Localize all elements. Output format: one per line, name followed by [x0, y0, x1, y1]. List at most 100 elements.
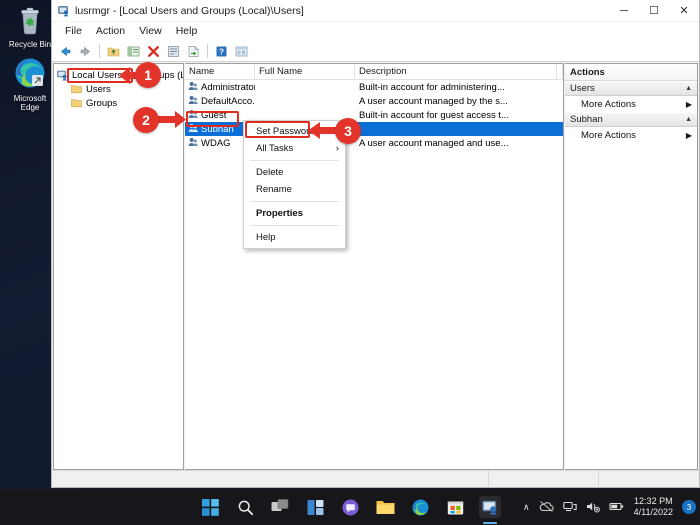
- forward-icon[interactable]: [76, 42, 95, 60]
- row-name-cell: DefaultAcco...: [185, 95, 255, 108]
- view-icon[interactable]: [232, 42, 251, 60]
- user-icon: [188, 81, 198, 94]
- context-menu-item-label: Delete: [256, 167, 283, 178]
- chevron-right-icon: ▶: [686, 100, 692, 109]
- context-menu-item-label: Rename: [256, 184, 292, 195]
- context-menu-item-label: Properties: [256, 208, 303, 219]
- actions-group-subhan[interactable]: Subhan ▲: [565, 112, 697, 127]
- taskbar: ∧ 12:32 PM 4/11/2022 3: [0, 489, 700, 525]
- toolbar-separator: [207, 44, 208, 58]
- help-icon[interactable]: ?: [212, 42, 231, 60]
- start-icon[interactable]: [199, 496, 221, 518]
- minimize-button[interactable]: ─: [609, 0, 639, 22]
- lusrmgr-taskbar-icon[interactable]: [479, 496, 501, 518]
- desktop: Recycle Bin Microsoft Edge: [0, 0, 700, 525]
- list-column-header: Name Full Name Description: [185, 64, 563, 80]
- chat-icon[interactable]: [339, 496, 361, 518]
- table-row[interactable]: Administrator Built-in account for admin…: [185, 80, 563, 94]
- user-icon: [188, 123, 198, 136]
- task-view-icon[interactable]: [269, 496, 291, 518]
- actions-more-actions-subhan[interactable]: More Actions ▶: [565, 127, 697, 143]
- table-row[interactable]: DefaultAcco... A user account managed by…: [185, 94, 563, 108]
- list-row-subhan[interactable]: Subhan: [185, 122, 563, 136]
- back-icon[interactable]: [56, 42, 75, 60]
- context-menu-separator: [250, 201, 339, 202]
- row-name-text: Administrator: [201, 82, 255, 93]
- menu-help[interactable]: Help: [169, 23, 205, 39]
- row-name-cell: Administrator: [185, 81, 255, 94]
- widgets-icon[interactable]: [304, 496, 326, 518]
- status-pane-1: [52, 471, 489, 487]
- system-tray: ∧ 12:32 PM 4/11/2022 3: [523, 496, 696, 518]
- desktop-icon-microsoft-edge[interactable]: Microsoft Edge: [4, 56, 56, 112]
- tray-chevron-up-icon[interactable]: ∧: [523, 502, 530, 513]
- status-pane-3: [599, 471, 699, 487]
- row-description-cell: A user account managed by the s...: [355, 96, 557, 107]
- row-description-cell: A user account managed and use...: [355, 138, 557, 149]
- context-menu-rename[interactable]: Rename: [244, 181, 345, 198]
- context-menu-item-label: All Tasks: [256, 143, 293, 154]
- actions-pane: Actions Users ▲ More Actions ▶ Subhan ▲ …: [565, 63, 698, 470]
- menu-file[interactable]: File: [58, 23, 89, 39]
- window-title: lusrmgr - [Local Users and Groups (Local…: [75, 5, 609, 17]
- desktop-icon-recycle-bin[interactable]: Recycle Bin: [4, 6, 56, 49]
- annotation-badge-2: 2: [133, 107, 159, 133]
- context-menu-help[interactable]: Help: [244, 229, 345, 246]
- tree-item-label: Groups: [86, 98, 117, 109]
- properties-icon[interactable]: [164, 42, 183, 60]
- microsoft-edge-icon: [4, 56, 56, 92]
- menu-action[interactable]: Action: [89, 23, 132, 39]
- folder-icon: [71, 84, 82, 94]
- row-name-text: Subhan: [201, 124, 234, 135]
- actions-item-label: More Actions: [581, 130, 636, 141]
- chevron-right-icon: ▶: [686, 131, 692, 140]
- column-header-name[interactable]: Name: [185, 64, 255, 80]
- window-titlebar[interactable]: lusrmgr - [Local Users and Groups (Local…: [52, 0, 699, 22]
- actions-more-actions-users[interactable]: More Actions ▶: [565, 96, 697, 112]
- clock[interactable]: 12:32 PM 4/11/2022: [634, 496, 673, 518]
- export-list-icon[interactable]: [184, 42, 203, 60]
- onedrive-icon[interactable]: [539, 500, 554, 515]
- status-pane-2: [489, 471, 599, 487]
- table-row[interactable]: Guest Built-in account for guest access …: [185, 108, 563, 122]
- context-menu-properties[interactable]: Properties: [244, 205, 345, 222]
- actions-group-users[interactable]: Users ▲: [565, 81, 697, 96]
- context-menu-delete[interactable]: Delete: [244, 164, 345, 181]
- close-button[interactable]: ✕: [669, 0, 699, 22]
- annotation-arrow-2: [155, 107, 189, 132]
- chevron-up-icon[interactable]: ▲: [685, 85, 692, 92]
- column-header-full-name[interactable]: Full Name: [255, 64, 355, 80]
- row-description-cell: Built-in account for administering...: [355, 82, 557, 93]
- table-row[interactable]: WDAG A user account managed and use...: [185, 136, 563, 150]
- battery-icon[interactable]: [609, 500, 625, 515]
- file-explorer-icon[interactable]: [374, 496, 396, 518]
- lusrmgr-icon: [58, 5, 70, 17]
- status-bar: [52, 470, 699, 487]
- desktop-icon-label: Recycle Bin: [9, 40, 51, 49]
- show-hide-tree-icon[interactable]: [124, 42, 143, 60]
- maximize-button[interactable]: ☐: [639, 0, 669, 22]
- search-icon[interactable]: [234, 496, 256, 518]
- notification-badge[interactable]: 3: [682, 500, 696, 514]
- computer-icon: [57, 70, 68, 81]
- user-icon: [188, 95, 198, 108]
- desktop-icon-label: Microsoft Edge: [14, 94, 46, 112]
- menu-bar: File Action View Help: [52, 22, 699, 41]
- tree-item-label: Users: [86, 84, 111, 95]
- annotation-badge-3: 3: [335, 118, 361, 144]
- up-folder-icon[interactable]: [104, 42, 123, 60]
- chevron-up-icon[interactable]: ▲: [685, 116, 692, 123]
- menu-view[interactable]: View: [132, 23, 169, 39]
- network-icon[interactable]: [563, 500, 577, 515]
- folder-icon: [71, 98, 82, 108]
- volume-icon[interactable]: [586, 500, 600, 515]
- user-icon: [188, 109, 198, 122]
- microsoft-edge-icon[interactable]: [409, 496, 431, 518]
- clock-date: 4/11/2022: [634, 507, 673, 518]
- delete-icon[interactable]: [144, 42, 163, 60]
- column-header-description[interactable]: Description: [355, 64, 557, 80]
- actions-item-label: More Actions: [581, 99, 636, 110]
- recycle-bin-icon: [4, 6, 56, 38]
- microsoft-store-icon[interactable]: [444, 496, 466, 518]
- context-menu-item-label: Help: [256, 232, 276, 243]
